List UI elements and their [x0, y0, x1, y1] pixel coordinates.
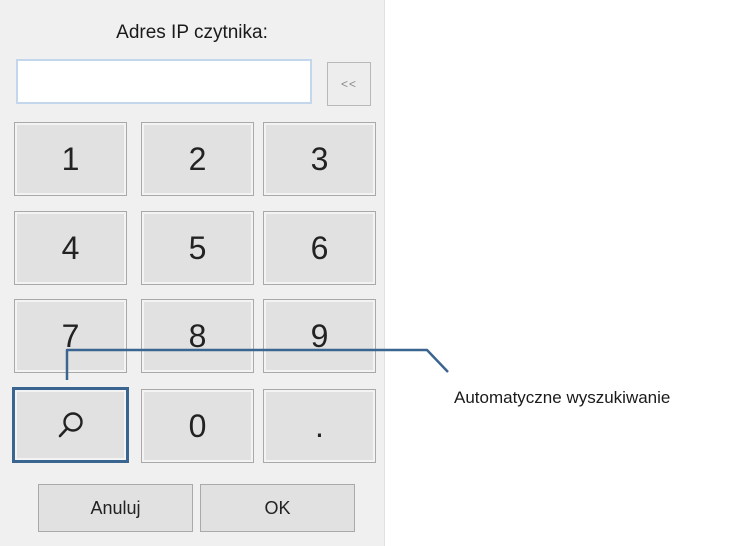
callout-leader	[65, 348, 449, 380]
callout-line	[65, 348, 449, 380]
screenshot-root: Adres IP czytnika: << 1 2 3 4 5 6 7 8 9 …	[0, 0, 755, 546]
callout-label: Automatyczne wyszukiwanie	[454, 388, 671, 407]
